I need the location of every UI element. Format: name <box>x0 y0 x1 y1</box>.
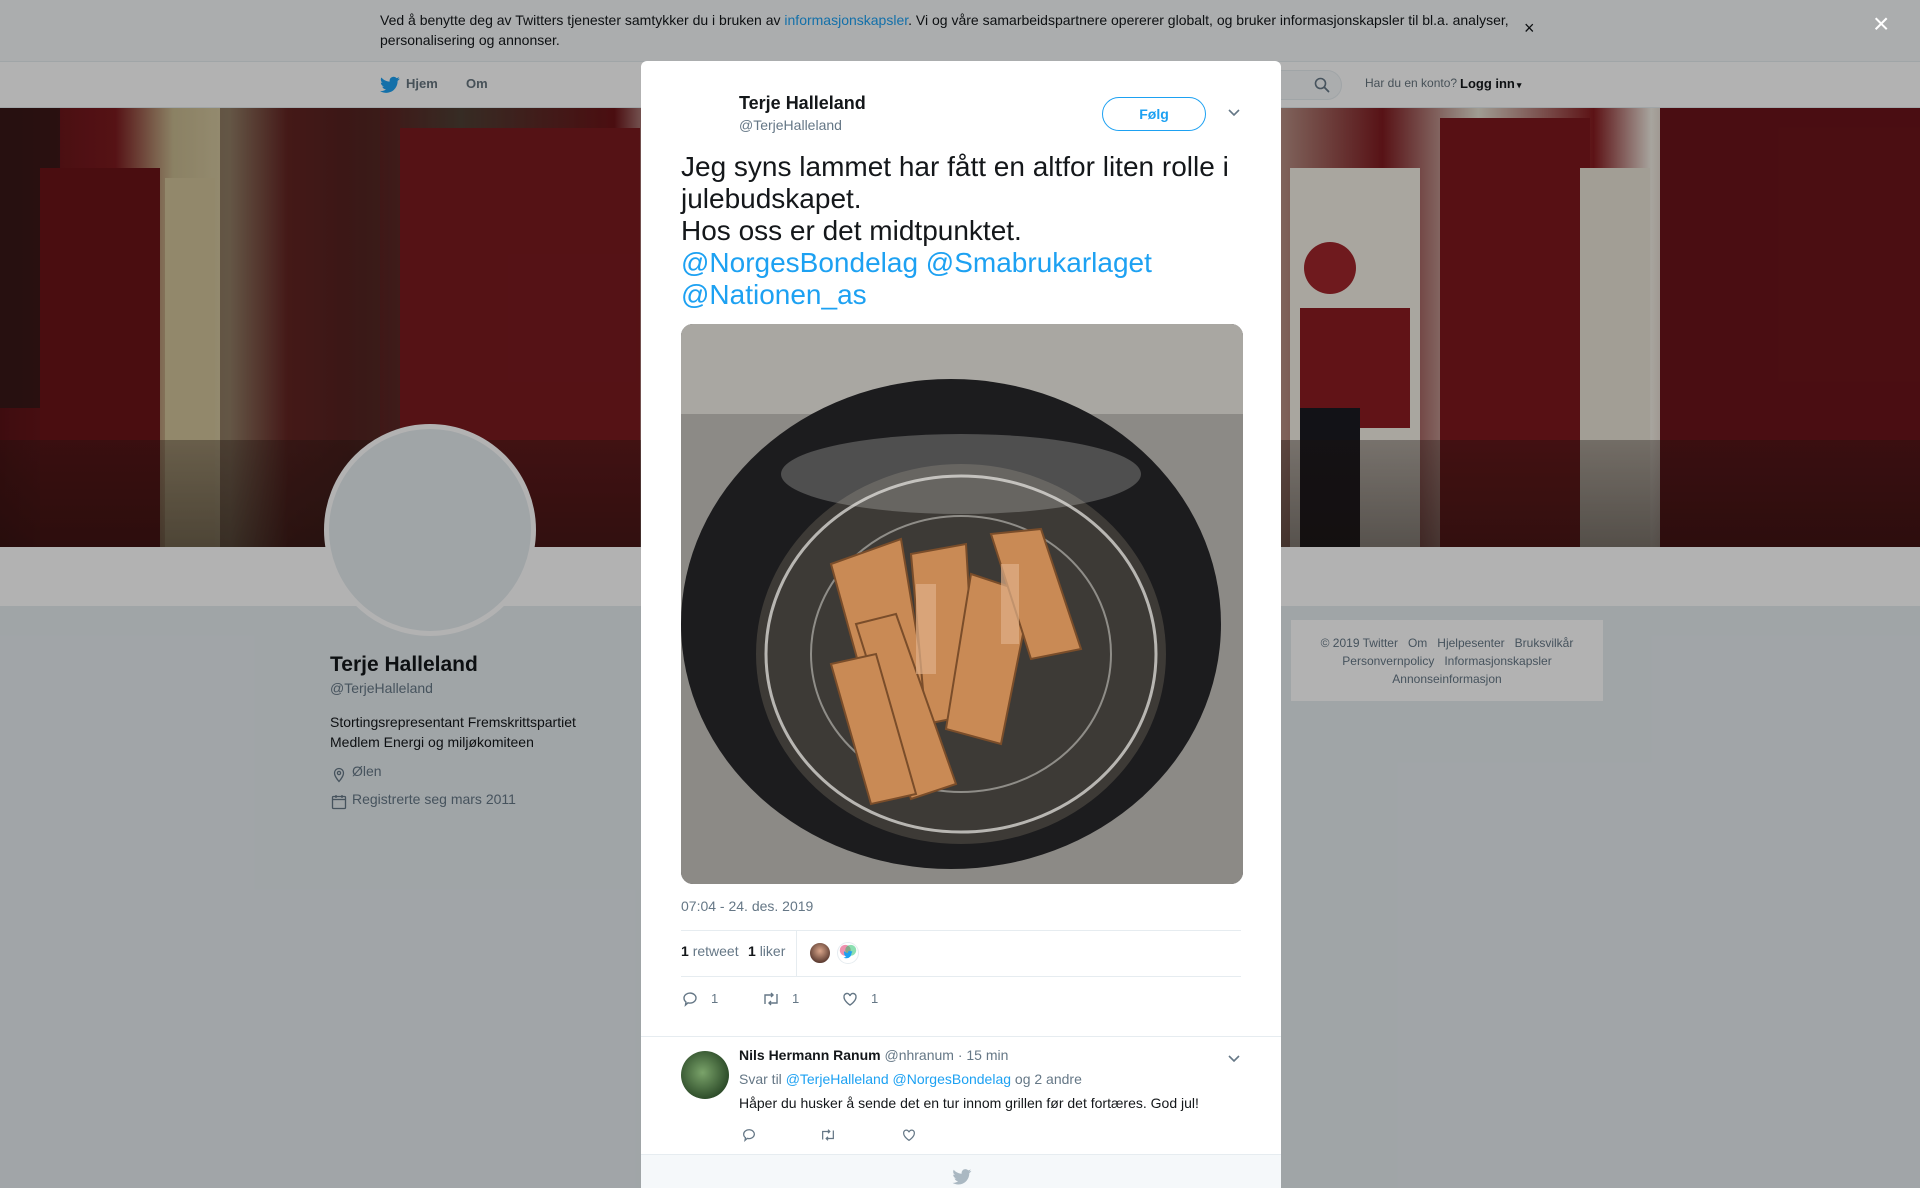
stats-divider <box>796 930 797 976</box>
divider <box>641 1036 1281 1037</box>
like-stat[interactable]: 1 liker <box>748 943 785 959</box>
divider <box>681 930 1241 931</box>
tweet-author-avatar[interactable] <box>681 89 729 137</box>
chevron-down-icon[interactable] <box>1227 105 1241 119</box>
heart-icon[interactable] <box>901 1127 917 1143</box>
reply-time[interactable]: · 15 min <box>958 1047 1009 1063</box>
divider <box>681 976 1241 977</box>
reply-icon[interactable] <box>741 1127 757 1143</box>
reply-author-avatar[interactable] <box>681 1051 729 1099</box>
mention-link[interactable]: @NorgesBondelag <box>893 1071 1012 1087</box>
tweet-text-line: Jeg syns lammet har fått en altfor liten… <box>681 151 1229 214</box>
heart-icon[interactable] <box>841 990 859 1008</box>
tweet-text: Jeg syns lammet har fått en altfor liten… <box>681 151 1241 311</box>
modal-close-button[interactable]: × <box>1873 10 1889 38</box>
follow-button[interactable]: Følg <box>1102 97 1206 131</box>
retweet-icon[interactable] <box>761 990 781 1008</box>
reply-to-prefix: Svar til <box>739 1071 782 1087</box>
twitter-egg-icon <box>839 944 857 959</box>
reply-author-name[interactable]: Nils Hermann Ranum <box>739 1047 881 1063</box>
chevron-down-icon[interactable] <box>1227 1051 1241 1065</box>
reply-author-handle[interactable]: @nhranum <box>884 1047 953 1063</box>
modal-footer <box>641 1154 1281 1188</box>
like-count: 1 <box>748 943 756 959</box>
reply-text: Håper du husker å sende det en tur innom… <box>739 1095 1199 1111</box>
like-action-count: 1 <box>871 991 879 1006</box>
mention-link[interactable]: @Smabrukarlaget <box>926 247 1152 278</box>
retweet-stat[interactable]: 1 retweet <box>681 943 739 959</box>
reply-header: Nils Hermann Ranum @nhranum · 15 min <box>739 1047 1008 1063</box>
retweet-stat-label: retweet <box>692 943 739 959</box>
retweet-action-count: 1 <box>792 991 800 1006</box>
reply-icon[interactable] <box>681 990 699 1008</box>
reply-to-context: Svar til @TerjeHalleland @NorgesBondelag… <box>739 1071 1082 1087</box>
liker-avatar[interactable] <box>837 942 859 964</box>
mention-link[interactable]: @TerjeHalleland <box>786 1071 889 1087</box>
tweet-text-line: Hos oss er det midtpunktet. <box>681 215 1022 246</box>
mention-link[interactable]: @Nationen_as <box>681 279 867 310</box>
like-stat-label: liker <box>759 943 786 959</box>
twitter-bird-icon <box>952 1169 972 1185</box>
retweet-icon[interactable] <box>819 1127 837 1143</box>
liker-avatar[interactable] <box>809 942 831 964</box>
tweet-author-name[interactable]: Terje Halleland <box>739 93 866 114</box>
tweet-timestamp[interactable]: 07:04 - 24. des. 2019 <box>681 898 813 914</box>
retweet-count: 1 <box>681 943 689 959</box>
tweet-permalink-modal: Terje Halleland @TerjeHalleland Følg Jeg… <box>641 61 1281 1188</box>
tweet-author-handle[interactable]: @TerjeHalleland <box>739 117 842 133</box>
reply-count: 1 <box>711 991 719 1006</box>
reply-to-others[interactable]: og 2 andre <box>1015 1071 1082 1087</box>
lamb-ribs-pot-photo <box>681 324 1243 884</box>
tweet-photo[interactable] <box>681 324 1243 884</box>
mention-link[interactable]: @NorgesBondelag <box>681 247 918 278</box>
